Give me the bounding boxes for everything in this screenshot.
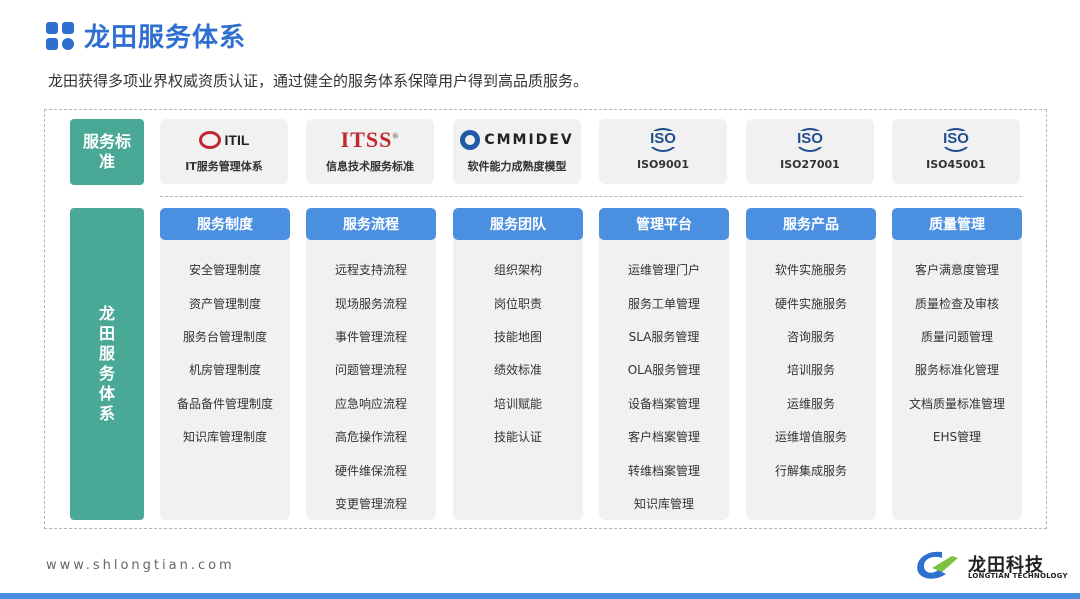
cert-name: IT服务管理体系 — [185, 160, 263, 173]
cert-name: 软件能力成熟度模型 — [467, 160, 567, 173]
brand-name-english: LONGTIAN TECHNOLOGY — [968, 572, 1068, 580]
list-item: 服务工单管理 — [627, 296, 700, 311]
title-grid-icon — [46, 22, 74, 50]
bottom-bar — [0, 593, 1080, 599]
column-service-team: 服务团队 组织架构 岗位职责 技能地图 绩效标准 培训赋能 技能认证 — [453, 208, 583, 520]
cert-card-itil: ITIL IT服务管理体系 — [160, 119, 288, 184]
list-item: 知识库管理制度 — [182, 430, 267, 445]
list-item: 应急响应流程 — [334, 396, 407, 411]
cert-card-iso45001: ISO ISO45001 — [892, 119, 1020, 184]
cert-name: ISO27001 — [780, 158, 840, 171]
iso-logo-icon: ISO — [599, 128, 727, 152]
list-item: 岗位职责 — [493, 296, 542, 311]
column-service-policy: 服务制度 安全管理制度 资产管理制度 服务台管理制度 机房管理制度 备品备件管理… — [160, 208, 290, 520]
longtian-logo-icon — [917, 551, 958, 579]
itss-logo-icon: ITSS® — [306, 127, 434, 152]
column-list: 客户满意度管理 质量检查及审核 质量问题管理 服务标准化管理 文档质量标准管理 … — [892, 240, 1022, 453]
list-item: 培训服务 — [786, 363, 835, 378]
column-header: 服务产品 — [746, 208, 876, 240]
itil-ring-icon — [198, 131, 221, 149]
cert-name: ISO9001 — [637, 158, 689, 171]
list-item: 变更管理流程 — [334, 496, 407, 511]
list-item: 远程支持流程 — [334, 263, 407, 278]
column-header: 服务制度 — [160, 208, 290, 240]
list-item: 技能认证 — [493, 430, 542, 445]
list-item: 组织架构 — [493, 263, 542, 278]
iso-logo-text: ISO — [644, 131, 682, 147]
website-url: www.shlongtian.com — [46, 558, 235, 573]
column-quality-management: 质量管理 客户满意度管理 质量检查及审核 质量问题管理 服务标准化管理 文档质量… — [892, 208, 1022, 520]
list-item: 文档质量标准管理 — [908, 396, 1005, 411]
list-item: 安全管理制度 — [188, 263, 261, 278]
itil-logo-text: ITIL — [224, 132, 250, 148]
column-header: 管理平台 — [599, 208, 729, 240]
list-item: 转维档案管理 — [627, 463, 700, 478]
list-item: EHS管理 — [932, 430, 982, 445]
list-item: 现场服务流程 — [334, 296, 407, 311]
list-item: 质量检查及审核 — [914, 296, 999, 311]
list-item: 运维管理门户 — [627, 263, 700, 278]
registered-mark: ® — [392, 131, 400, 141]
list-item: 高危操作流程 — [334, 430, 407, 445]
list-item: 行解集成服务 — [774, 463, 847, 478]
cert-card-itss: ITSS® 信息技术服务标准 — [306, 119, 434, 184]
list-item: 问题管理流程 — [334, 363, 407, 378]
column-header: 服务流程 — [306, 208, 436, 240]
iso-logo-text: ISO — [937, 131, 975, 147]
list-item: 客户档案管理 — [627, 430, 700, 445]
cert-card-iso9001: ISO ISO9001 — [599, 119, 727, 184]
list-item: 技能地图 — [493, 329, 542, 344]
cmmi-emblem-icon — [460, 130, 481, 150]
column-list: 组织架构 岗位职责 技能地图 绩效标准 培训赋能 技能认证 — [453, 240, 583, 453]
list-item: 绩效标准 — [493, 363, 542, 378]
list-item: 知识库管理 — [633, 496, 694, 511]
cert-name: ISO45001 — [926, 158, 986, 171]
iso-logo-icon: ISO — [746, 128, 874, 152]
list-item: 硬件维保流程 — [334, 463, 407, 478]
page-title: 龙田服务体系 — [84, 23, 247, 53]
list-item: 服务台管理制度 — [182, 329, 267, 344]
list-item: OLA服务管理 — [627, 363, 701, 378]
section-divider — [160, 196, 1022, 197]
list-item: 硬件实施服务 — [774, 296, 847, 311]
list-item: 客户满意度管理 — [914, 263, 999, 278]
cert-card-iso27001: ISO ISO27001 — [746, 119, 874, 184]
cmmi-logo-icon: CMMIDEV — [453, 129, 581, 151]
column-list: 远程支持流程 现场服务流程 事件管理流程 问题管理流程 应急响应流程 高危操作流… — [306, 240, 436, 520]
column-service-process: 服务流程 远程支持流程 现场服务流程 事件管理流程 问题管理流程 应急响应流程 … — [306, 208, 436, 520]
column-list: 安全管理制度 资产管理制度 服务台管理制度 机房管理制度 备品备件管理制度 知识… — [160, 240, 290, 453]
column-management-platform: 管理平台 运维管理门户 服务工单管理 SLA服务管理 OLA服务管理 设备档案管… — [599, 208, 729, 520]
list-item: 服务标准化管理 — [914, 363, 999, 378]
column-list: 软件实施服务 硬件实施服务 咨询服务 培训服务 运维服务 运维增值服务 行解集成… — [746, 240, 876, 487]
list-item: 软件实施服务 — [774, 263, 847, 278]
list-item: 运维增值服务 — [774, 430, 847, 445]
column-service-products: 服务产品 软件实施服务 硬件实施服务 咨询服务 培训服务 运维服务 运维增值服务… — [746, 208, 876, 520]
list-item: 资产管理制度 — [188, 296, 261, 311]
cert-card-cmmi: CMMIDEV 软件能力成熟度模型 — [453, 119, 581, 184]
list-item: 运维服务 — [786, 396, 835, 411]
itil-logo-icon: ITIL — [160, 129, 288, 151]
list-item: 机房管理制度 — [188, 363, 261, 378]
cert-name: 信息技术服务标准 — [326, 160, 414, 173]
list-item: SLA服务管理 — [628, 329, 700, 344]
service-standard-label: 服务标准 — [70, 119, 144, 185]
iso-logo-text: ISO — [791, 131, 829, 147]
list-item: 培训赋能 — [493, 396, 542, 411]
iso-logo-icon: ISO — [892, 128, 1020, 152]
page-subtitle: 龙田获得多项业界权威资质认证，通过健全的服务体系保障用户得到高品质服务。 — [48, 72, 589, 90]
cmmi-logo-text: CMMIDEV — [484, 132, 574, 148]
itss-logo-text: ITSS — [340, 127, 393, 152]
list-item: 事件管理流程 — [334, 329, 407, 344]
list-item: 设备档案管理 — [627, 396, 700, 411]
list-item: 质量问题管理 — [920, 329, 993, 344]
column-list: 运维管理门户 服务工单管理 SLA服务管理 OLA服务管理 设备档案管理 客户档… — [599, 240, 729, 520]
list-item: 备品备件管理制度 — [176, 396, 273, 411]
list-item: 咨询服务 — [786, 329, 835, 344]
column-header: 质量管理 — [892, 208, 1022, 240]
column-header: 服务团队 — [453, 208, 583, 240]
service-system-label: 龙田服务体系 — [70, 208, 144, 520]
